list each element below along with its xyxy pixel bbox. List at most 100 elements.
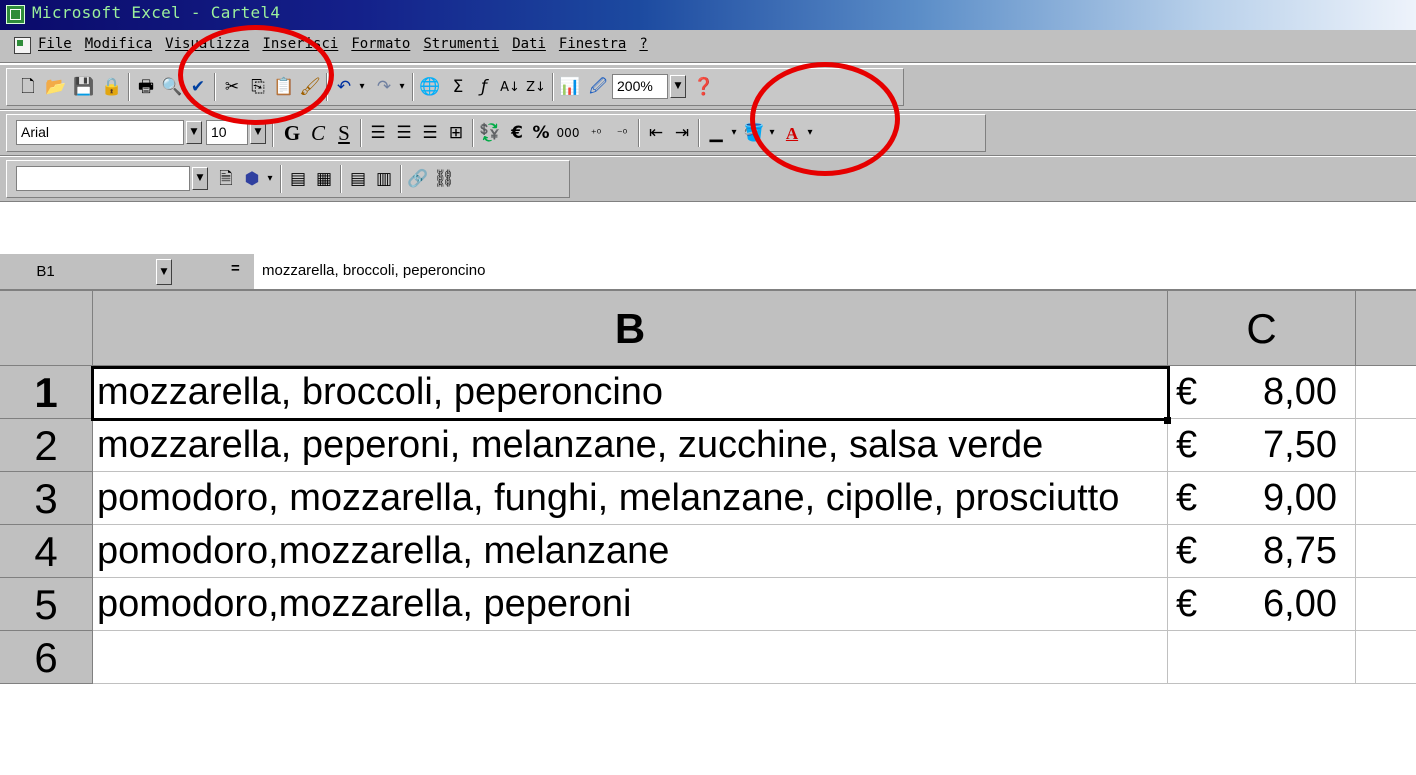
lock-icon[interactable]: 🔒 [100,75,124,99]
help-icon[interactable]: ❓ [692,75,716,99]
font-size-select[interactable]: 10 [206,120,248,145]
redo-icon[interactable]: ↷ [372,75,396,99]
print-icon[interactable]: 🖶 [134,75,158,99]
borders-icon[interactable]: ▁ [704,121,728,145]
cell-d5[interactable] [1356,578,1416,631]
align-left-icon[interactable]: ☰ [366,121,390,145]
font-color-dropdown-icon[interactable]: ▾ [804,121,816,145]
menu-modifica[interactable]: Modifica [85,36,152,52]
font-color-icon[interactable]: A [780,121,804,145]
increase-decimal-icon[interactable]: ⁺⁰ [584,121,608,145]
italic-button[interactable]: C [306,121,330,145]
select-all-corner[interactable] [0,291,93,366]
copy-icon[interactable]: ⎘ [246,75,270,99]
undo-dropdown-icon[interactable]: ▾ [356,75,368,99]
thousands-separator-button[interactable]: 000 [554,121,582,145]
menu-strumenti[interactable]: Strumenti [423,36,499,52]
merge-center-icon[interactable]: ⊞ [444,121,468,145]
row-header[interactable]: 1 [0,366,93,419]
percent-button[interactable]: % [530,121,552,145]
cut-icon[interactable]: ✂ [220,75,244,99]
zoom-dropdown-icon[interactable]: ▼ [670,75,686,98]
style-select[interactable] [16,166,190,191]
cell-b4[interactable]: pomodoro,mozzarella, melanzane [93,525,1168,578]
shapes-icon[interactable]: ⬢ [240,167,264,191]
style-settings-icon[interactable]: 🗎 [214,167,238,191]
sort-ascending-icon[interactable]: A↓ [498,75,522,99]
menu-file[interactable]: File [38,36,72,52]
redo-dropdown-icon[interactable]: ▾ [396,75,408,99]
column-header-c[interactable]: C [1168,291,1356,366]
unlink-icon[interactable]: ⛓ [432,167,456,191]
menu-inserisci[interactable]: Inserisci [262,36,338,52]
rows-icon[interactable]: ▤ [346,167,370,191]
cell-d4[interactable] [1356,525,1416,578]
menu-dati[interactable]: Dati [512,36,546,52]
cell-c6[interactable] [1168,631,1356,684]
align-right-icon[interactable]: ☰ [418,121,442,145]
print-preview-icon[interactable]: 🔍 [160,75,184,99]
decrease-decimal-icon[interactable]: ⁻⁰ [610,121,634,145]
menu-finestra[interactable]: Finestra [559,36,626,52]
cell-b1[interactable]: mozzarella, broccoli, peperoncino [93,366,1168,419]
save-icon[interactable]: 💾 [72,75,96,99]
menu-formato[interactable]: Formato [351,36,410,52]
cell-c1[interactable]: € 8,00 [1168,366,1356,419]
grid-icon[interactable]: ▦ [312,167,336,191]
function-icon[interactable]: ƒ [472,75,496,99]
font-name-select[interactable]: Arial [16,120,184,145]
formula-equals-sign[interactable]: = [231,260,240,277]
menu-help[interactable]: ? [639,36,647,52]
fill-color-icon[interactable]: 🪣 [742,121,766,145]
cell-b5[interactable]: pomodoro,mozzarella, peperoni [93,578,1168,631]
row-header[interactable]: 4 [0,525,93,578]
row-header[interactable]: 2 [0,419,93,472]
column-header-d[interactable] [1356,291,1416,366]
increase-indent-icon[interactable]: ⇥ [670,121,694,145]
zoom-select[interactable]: 200% [612,74,668,99]
drawing-icon[interactable]: 🖉 [586,75,610,99]
decrease-indent-icon[interactable]: ⇤ [644,121,668,145]
menu-visualizza[interactable]: Visualizza [165,36,249,52]
workbook-icon[interactable] [14,37,31,54]
cell-c3[interactable]: € 9,00 [1168,472,1356,525]
row-header[interactable]: 6 [0,631,93,684]
excel-app-icon[interactable] [6,5,25,24]
new-document-icon[interactable]: 🗋 [16,75,40,99]
autosum-icon[interactable]: Σ [446,75,470,99]
shapes-dropdown-icon[interactable]: ▾ [264,167,276,191]
fill-color-dropdown-icon[interactable]: ▾ [766,121,778,145]
cell-b3[interactable]: pomodoro, mozzarella, funghi, melanzane,… [93,472,1168,525]
borders-dropdown-icon[interactable]: ▾ [728,121,740,145]
column-header-b[interactable]: B [93,291,1168,366]
cell-b6[interactable] [93,631,1168,684]
name-box-dropdown-icon[interactable]: ▼ [156,259,172,285]
euro-button[interactable]: € [506,121,528,145]
fill-handle[interactable] [1164,417,1171,424]
open-folder-icon[interactable]: 📂 [44,75,68,99]
formula-input[interactable]: mozzarella, broccoli, peperoncino [262,262,485,279]
web-toolbar-icon[interactable]: 🌐 [418,75,442,99]
align-center-icon[interactable]: ☰ [392,121,416,145]
font-name-dropdown-icon[interactable]: ▼ [186,121,202,144]
underline-button[interactable]: S [332,121,356,145]
link-icon[interactable]: 🔗 [406,167,430,191]
name-box[interactable]: B1 [0,254,147,289]
undo-icon[interactable]: ↶ [332,75,356,99]
cell-d1[interactable] [1356,366,1416,419]
cell-d3[interactable] [1356,472,1416,525]
bold-button[interactable]: G [280,121,304,145]
spelling-icon[interactable]: ✔ [186,75,210,99]
cell-b2[interactable]: mozzarella, peperoni, melanzane, zucchin… [93,419,1168,472]
currency-style-icon[interactable]: 💱 [478,121,502,145]
row-header[interactable]: 3 [0,472,93,525]
table-icon[interactable]: ▤ [286,167,310,191]
cell-c2[interactable]: € 7,50 [1168,419,1356,472]
row-header[interactable]: 5 [0,578,93,631]
paste-icon[interactable]: 📋 [272,75,296,99]
cell-c5[interactable]: € 6,00 [1168,578,1356,631]
cell-d2[interactable] [1356,419,1416,472]
columns-icon[interactable]: ▥ [372,167,396,191]
format-painter-icon[interactable]: 🖌 [298,75,322,99]
cell-c4[interactable]: € 8,75 [1168,525,1356,578]
